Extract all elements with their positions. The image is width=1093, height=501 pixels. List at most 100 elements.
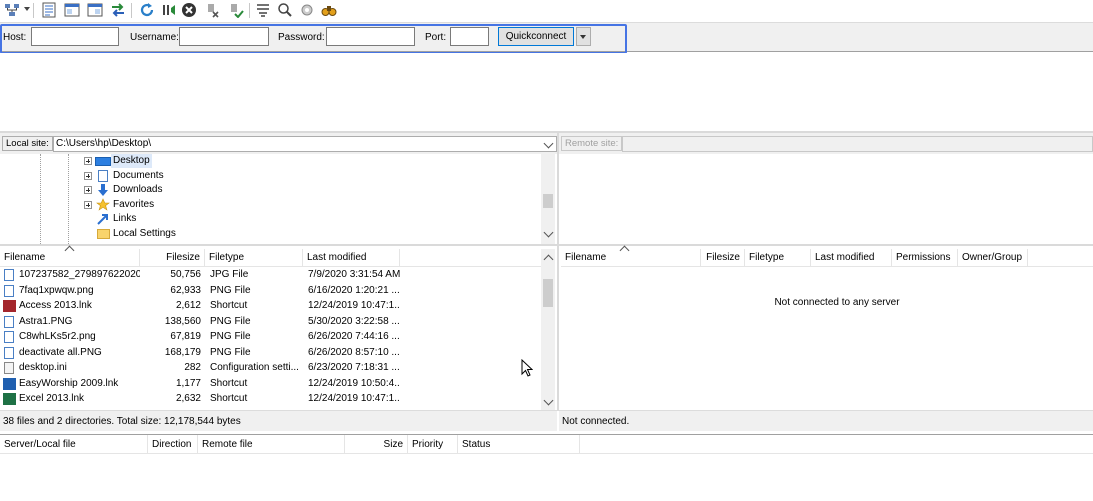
file-name: Access 2013.lnk <box>19 300 92 311</box>
column-status[interactable]: Status <box>458 435 580 454</box>
compare-icon[interactable] <box>277 2 293 18</box>
expand-icon[interactable] <box>84 157 92 165</box>
file-type: PNG File <box>210 331 251 342</box>
file-modified: 5/30/2020 3:22:58 ... <box>308 315 400 327</box>
easyworship-icon <box>3 377 16 390</box>
file-size: 138,560 <box>164 315 201 327</box>
file-modified: 12/24/2019 10:47:1... <box>308 300 400 311</box>
column-size[interactable]: Size <box>345 435 408 454</box>
refresh-icon[interactable] <box>139 2 155 18</box>
file-modified: 7/9/2020 3:31:54 AM <box>308 269 400 280</box>
splitter[interactable] <box>0 244 557 246</box>
tree-item-label: Downloads <box>113 184 163 195</box>
local-site-path-input[interactable]: C:\Users\hp\Desktop\ <box>53 136 557 152</box>
remote-directory-tree[interactable] <box>559 154 1093 244</box>
chevron-up-icon[interactable] <box>543 254 554 265</box>
list-item[interactable]: Astra1.PNG 138,560 PNG File 5/30/2020 3:… <box>0 314 541 330</box>
toggle-remote-tree-icon[interactable] <box>87 2 103 18</box>
remote-site-path-input <box>622 136 1093 152</box>
access-icon <box>3 300 16 312</box>
column-filesize[interactable]: Filesize <box>140 249 205 266</box>
chevron-down-icon[interactable] <box>543 227 554 238</box>
mouse-cursor-icon <box>521 359 533 377</box>
image-file-icon <box>4 269 14 281</box>
message-log[interactable] <box>0 53 1093 131</box>
file-modified: 6/16/2020 1:20:21 ... <box>308 284 400 296</box>
file-size: 62,933 <box>170 284 201 296</box>
toggle-transfer-queue-icon[interactable] <box>110 2 126 18</box>
file-name: 107237582_2798976220207... <box>19 269 140 280</box>
chevron-down-icon[interactable] <box>543 395 554 406</box>
tree-guide-line <box>40 154 42 244</box>
site-manager-icon[interactable] <box>4 2 20 18</box>
config-file-icon <box>4 362 14 374</box>
column-last-modified[interactable]: Last modified <box>303 249 400 266</box>
list-item[interactable]: deactivate all.PNG 168,179 PNG File 6/26… <box>0 345 541 361</box>
column-filesize[interactable]: Filesize <box>701 249 745 266</box>
expand-icon[interactable] <box>84 200 92 209</box>
list-item[interactable]: 107237582_2798976220207... 50,756 JPG Fi… <box>0 267 541 283</box>
list-item[interactable]: EasyWorship 2009.lnk 1,177 Shortcut 12/2… <box>0 376 541 392</box>
scrollbar-thumb[interactable] <box>543 279 553 307</box>
toggle-local-tree-icon[interactable] <box>64 2 80 18</box>
expand-icon[interactable] <box>84 186 92 194</box>
file-name: 7faq1xpwqw.png <box>19 284 94 296</box>
local-directory-tree[interactable]: Desktop Documents Downloads Favorites Li… <box>0 154 557 244</box>
sync-browse-icon[interactable] <box>299 2 315 18</box>
transfer-queue-header: Server/Local file Direction Remote file … <box>0 434 1093 454</box>
image-file-icon <box>4 284 14 297</box>
site-manager-dropdown-icon[interactable] <box>24 7 30 11</box>
file-name: desktop.ini <box>19 362 67 373</box>
file-name: Astra1.PNG <box>19 315 73 327</box>
file-size: 1,177 <box>175 377 201 389</box>
directory-filter-icon[interactable] <box>255 2 271 18</box>
column-filename[interactable]: Filename <box>561 249 701 266</box>
column-owner-group[interactable]: Owner/Group <box>958 249 1028 266</box>
column-direction[interactable]: Direction <box>148 435 198 454</box>
file-modified: 6/23/2020 7:18:31 ... <box>308 362 400 373</box>
process-queue-icon[interactable] <box>161 2 177 18</box>
desktop-folder-icon <box>95 157 111 166</box>
file-name: deactivate all.PNG <box>19 346 102 358</box>
disconnect-icon[interactable] <box>205 2 221 18</box>
file-size: 282 <box>184 362 201 373</box>
file-size: 2,612 <box>175 300 201 311</box>
local-tree-scrollbar[interactable] <box>541 154 555 244</box>
file-type: Shortcut <box>210 377 248 389</box>
search-icon[interactable] <box>321 2 337 18</box>
column-last-modified[interactable]: Last modified <box>811 249 892 266</box>
excel-icon <box>3 393 16 405</box>
toolbar <box>0 0 1093 22</box>
links-folder-icon <box>97 214 108 225</box>
list-item[interactable]: Excel 2013.lnk 2,632 Shortcut 12/24/2019… <box>0 391 541 407</box>
reconnect-icon[interactable] <box>228 2 244 18</box>
local-site-bar: Local site: C:\Users\hp\Desktop\ <box>0 133 557 154</box>
list-item[interactable]: C8whLKs5r2.png 67,819 PNG File 6/26/2020… <box>0 329 541 345</box>
local-list-scrollbar[interactable] <box>541 249 555 410</box>
file-size: 67,819 <box>170 331 201 342</box>
remote-status-bar: Not connected. <box>559 410 1093 431</box>
image-file-icon <box>4 331 14 343</box>
cancel-icon[interactable] <box>181 2 197 18</box>
transfer-queue-list[interactable] <box>0 454 1093 501</box>
tree-item-label: Desktop <box>111 154 152 168</box>
expand-icon[interactable] <box>84 171 92 180</box>
toolbar-separator <box>33 3 34 18</box>
list-item[interactable]: desktop.ini 282 Configuration setti... 6… <box>0 360 541 376</box>
toggle-message-log-icon[interactable] <box>41 2 57 18</box>
list-item[interactable]: 7faq1xpwqw.png 62,933 PNG File 6/16/2020… <box>0 283 541 299</box>
column-filetype[interactable]: Filetype <box>745 249 811 266</box>
splitter[interactable] <box>559 244 1093 246</box>
column-permissions[interactable]: Permissions <box>892 249 958 266</box>
list-item[interactable]: Access 2013.lnk 2,612 Shortcut 12/24/201… <box>0 298 541 314</box>
favorites-folder-icon <box>96 197 110 211</box>
column-filetype[interactable]: Filetype <box>205 249 303 266</box>
local-file-list[interactable]: 107237582_2798976220207... 50,756 JPG Fi… <box>0 267 541 410</box>
tree-item-label: Favorites <box>113 198 155 210</box>
column-remote-file[interactable]: Remote file <box>198 435 345 454</box>
remote-file-list[interactable]: Not connected to any server <box>561 267 1093 410</box>
scrollbar-thumb[interactable] <box>543 194 553 208</box>
file-type: PNG File <box>210 284 251 296</box>
column-server-local-file[interactable]: Server/Local file <box>0 435 148 454</box>
column-priority[interactable]: Priority <box>408 435 458 454</box>
